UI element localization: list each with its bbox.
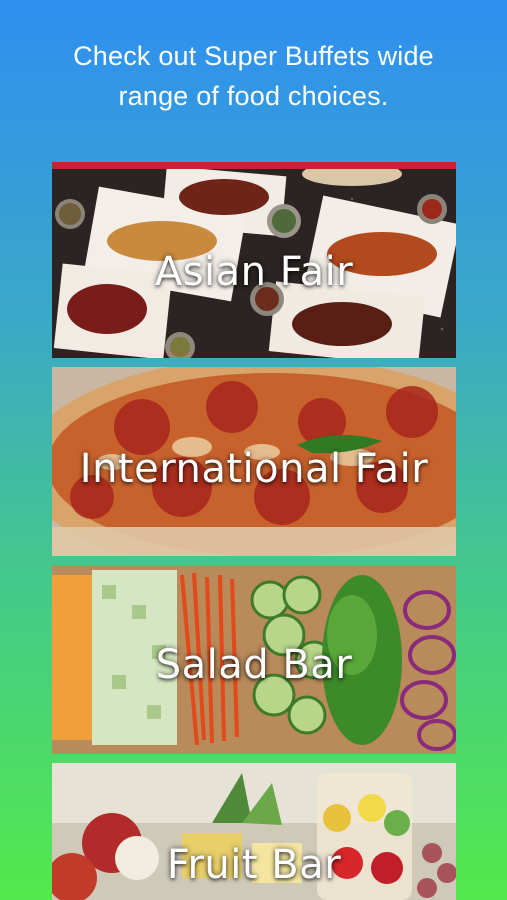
category-card-international-fair[interactable]: International Fair (52, 367, 456, 556)
intro-heading-line-1: Check out Super Buffets wide (73, 41, 434, 71)
intro-heading-line-2: range of food choices. (118, 81, 389, 111)
intro-heading: Check out Super Buffets wide range of fo… (0, 36, 507, 116)
category-label: Fruit Bar (166, 842, 342, 888)
top-accent-bar (52, 162, 456, 169)
category-card-asian-fair[interactable]: Asian Fair (52, 169, 456, 358)
category-label: Salad Bar (155, 642, 353, 688)
category-label: International Fair (79, 446, 429, 492)
category-card-fruit-bar[interactable]: Fruit Bar (52, 763, 456, 900)
category-card-salad-bar[interactable]: Salad Bar (52, 565, 456, 754)
category-label: Asian Fair (154, 249, 354, 295)
